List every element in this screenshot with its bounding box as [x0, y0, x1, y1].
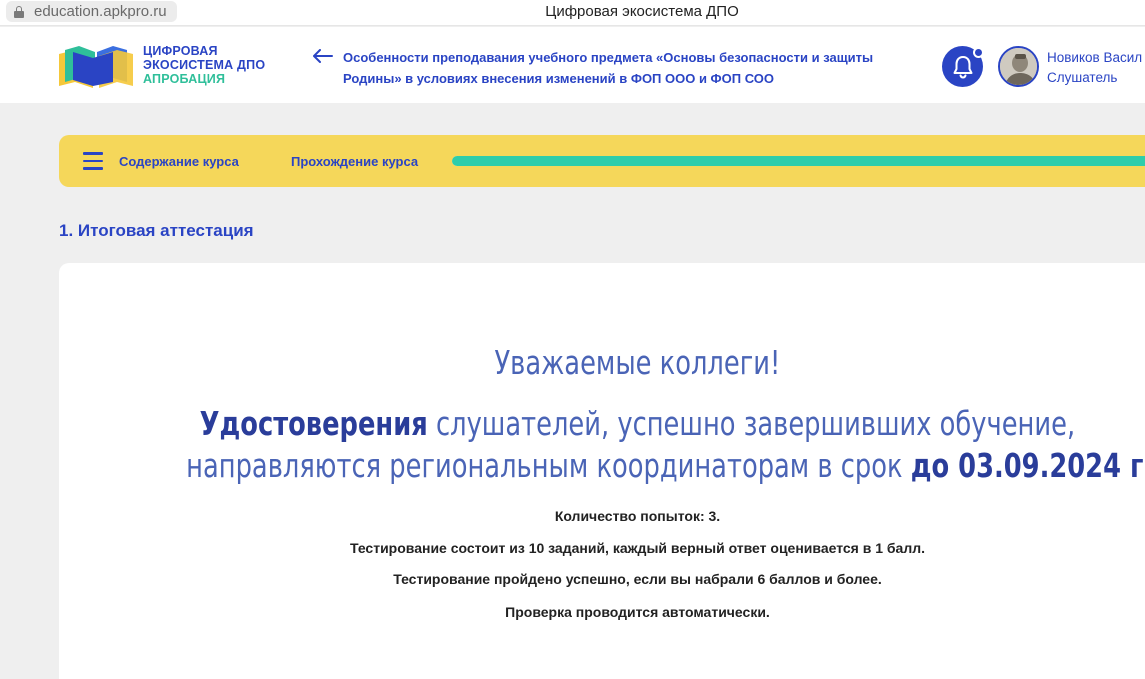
- test-structure-info: Тестирование состоит из 10 заданий, кажд…: [349, 540, 926, 556]
- course-title-link[interactable]: Особенности преподавания учебного предме…: [343, 47, 903, 89]
- course-progress-bar: [452, 156, 1145, 166]
- menu-icon[interactable]: [83, 152, 103, 170]
- user-name[interactable]: Новиков Васил: [1047, 50, 1142, 65]
- pass-rule-info: Тестирование пройдено успешно, если вы н…: [393, 571, 882, 587]
- logo-text[interactable]: ЦИФРОВАЯ ЭКОСИСТЕМА ДПО АПРОБАЦИЯ: [143, 44, 265, 86]
- bell-icon: [953, 55, 972, 79]
- avatar[interactable]: [998, 46, 1039, 87]
- notice-line-2-bold: до 03.09.2024 г.: [910, 446, 1145, 485]
- course-progress-label: Прохождение курса: [291, 154, 419, 169]
- notice-line-1-bold: Удостоверения: [199, 404, 428, 443]
- notification-dot: [973, 47, 984, 58]
- browser-bar: education.apkpro.ru Цифровая экосистема …: [0, 0, 1145, 26]
- logo-line-3: АПРОБАЦИЯ: [143, 72, 226, 86]
- course-navigation-bar: Содержание курса Прохождение курса: [59, 135, 1145, 187]
- page-title: Цифровая экосистема ДПО: [545, 3, 739, 20]
- notifications-button[interactable]: [942, 46, 984, 87]
- content-card: Уважаемые коллеги! Удостоверения слушате…: [59, 263, 1145, 679]
- notice-line-1: Удостоверения слушателей, успешно заверш…: [186, 404, 1088, 443]
- notice-line-1-text: слушателей, успешно завершивших обучение…: [427, 404, 1076, 443]
- course-contents-button[interactable]: Содержание курса: [119, 154, 239, 169]
- notice-greeting: Уважаемые коллеги!: [494, 343, 781, 382]
- attempts-info: Количество попыток: 3.: [554, 508, 721, 524]
- course-progress-fill: [452, 156, 1145, 166]
- notice-line-2: направляются региональным координаторам …: [186, 446, 1145, 485]
- section-title: 1. Итоговая аттестация: [59, 221, 254, 240]
- logo-line-1: ЦИФРОВАЯ: [143, 44, 218, 58]
- back-arrow-icon[interactable]: [313, 49, 333, 63]
- user-role: Слушатель: [1047, 70, 1118, 85]
- logo-line-2: ЭКОСИСТЕМА ДПО: [143, 58, 266, 72]
- site-header: ЦИФРОВАЯ ЭКОСИСТЕМА ДПО АПРОБАЦИЯ Особен…: [0, 27, 1145, 103]
- notice-line-2-text: направляются региональным координаторам …: [186, 446, 911, 485]
- check-info: Проверка проводится автоматически.: [505, 604, 770, 620]
- logo-book-icon[interactable]: [59, 46, 133, 88]
